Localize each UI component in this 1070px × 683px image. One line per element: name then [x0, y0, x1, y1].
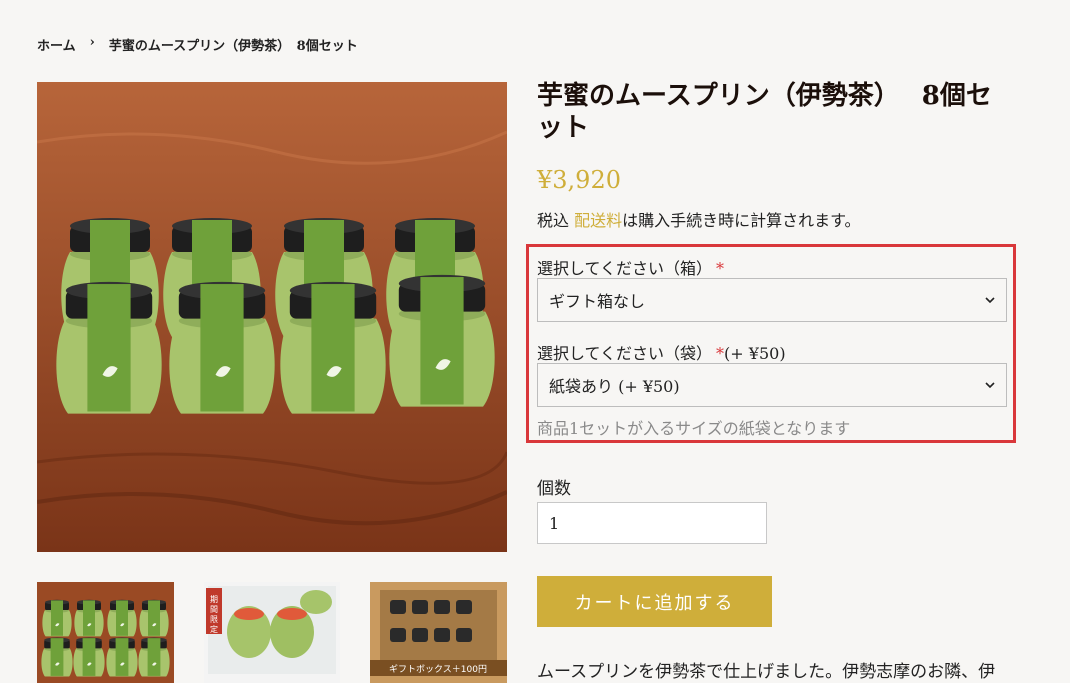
svg-text:期: 期 — [210, 595, 218, 604]
tax-shipping-note: 税込 配送料は購入手続き時に計算されます。 — [537, 207, 861, 231]
thumbnail-1[interactable] — [37, 582, 174, 683]
breadcrumb-home[interactable]: ホーム — [37, 35, 76, 54]
quantity-input[interactable]: 1 — [537, 502, 767, 544]
product-main-image[interactable] — [37, 82, 507, 552]
quantity-label: 個数 — [537, 479, 571, 499]
product-description: ムースプリンを伊勢茶で仕上げました。伊勢志摩のお隣、伊 — [537, 662, 996, 682]
chevron-down-icon — [985, 297, 995, 304]
breadcrumb: ホーム › 芋蜜のムースプリン（伊勢茶） 8個セット — [37, 35, 358, 54]
svg-text:間: 間 — [210, 605, 218, 614]
chevron-down-icon — [985, 382, 995, 389]
bag-option-label-text: 選択してください（袋） — [537, 344, 713, 363]
box-option-value: ギフト箱なし — [549, 292, 646, 311]
bag-option-price: (+ ¥50) — [724, 344, 786, 363]
breadcrumb-separator: › — [89, 35, 95, 50]
bag-option-value: 紙袋あり (+ ¥50) — [549, 377, 680, 396]
box-option-label-text: 選択してください（箱） — [537, 259, 713, 278]
breadcrumb-current: 芋蜜のムースプリン（伊勢茶） 8個セット — [108, 39, 358, 54]
shipping-link[interactable]: 配送料 — [574, 211, 622, 230]
svg-text:定: 定 — [210, 624, 218, 634]
bag-option-select[interactable]: 紙袋あり (+ ¥50) — [537, 363, 1007, 407]
add-to-cart-button[interactable]: カートに追加する — [537, 576, 772, 627]
thumbnail-2[interactable]: 期 間 限 定 — [204, 582, 340, 683]
tax-prefix: 税込 — [537, 211, 575, 230]
thumbnail-3[interactable]: ギフトボックス＋100円 — [370, 582, 507, 683]
box-option-label: 選択してください（箱） * — [537, 255, 724, 279]
svg-text:限: 限 — [210, 615, 218, 624]
required-asterisk: * — [716, 344, 725, 363]
bag-option-label: 選択してください（袋） *(+ ¥50) — [537, 340, 786, 364]
product-title: 芋蜜のムースプリン（伊勢茶） 8個セット — [537, 81, 992, 143]
product-price: ¥3,920 — [537, 166, 621, 194]
tax-suffix: は購入手続き時に計算されます。 — [622, 211, 861, 230]
svg-text:ギフトボックス＋100円: ギフトボックス＋100円 — [389, 664, 487, 675]
quantity-value: 1 — [549, 513, 560, 533]
box-option-select[interactable]: ギフト箱なし — [537, 278, 1007, 322]
bag-option-note: 商品1セットが入るサイズの紙袋となります — [537, 419, 851, 438]
required-asterisk: * — [716, 259, 725, 278]
